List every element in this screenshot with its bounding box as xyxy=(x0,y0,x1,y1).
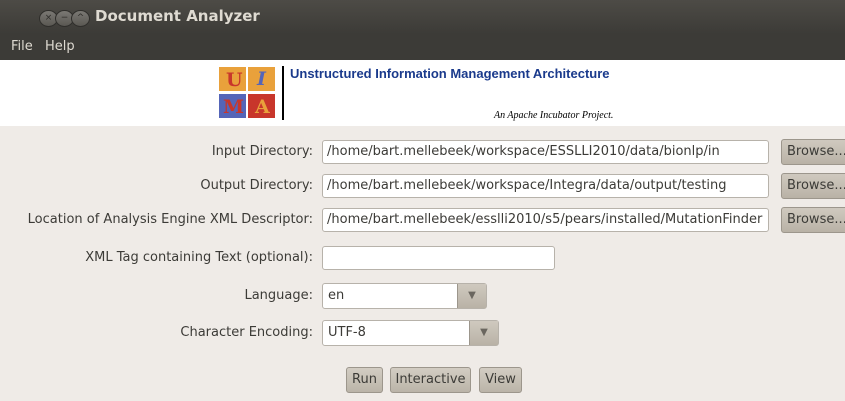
menu-file[interactable]: File xyxy=(11,39,33,54)
maximize-icon[interactable]: ^ xyxy=(71,10,90,27)
banner-subtitle: An Apache Incubator Project. xyxy=(494,110,614,121)
output-directory-label: Output Directory: xyxy=(200,178,313,193)
language-label: Language: xyxy=(244,288,313,303)
logo-letter-m: M xyxy=(223,96,245,118)
run-button[interactable]: Run xyxy=(346,367,383,393)
interactive-button[interactable]: Interactive xyxy=(390,367,471,393)
view-button[interactable]: View xyxy=(479,367,522,393)
xml-tag-field[interactable] xyxy=(322,246,555,270)
menu-help[interactable]: Help xyxy=(45,39,75,54)
input-directory-field[interactable]: /home/bart.mellebeek/workspace/ESSLLI201… xyxy=(322,140,769,164)
chevron-down-icon[interactable]: ▼ xyxy=(469,321,498,345)
window-title: Document Analyzer xyxy=(95,7,260,25)
input-directory-browse-button[interactable]: Browse... xyxy=(781,139,845,165)
encoding-select[interactable]: UTF-8 ▼ xyxy=(322,320,499,346)
logo-letter-a: A xyxy=(255,96,270,118)
logo-divider xyxy=(282,66,284,120)
menu-bar: File Help xyxy=(0,34,845,60)
logo-letter-u: U xyxy=(226,69,243,91)
descriptor-field[interactable]: /home/bart.mellebeek/esslli2010/s5/pears… xyxy=(322,208,769,232)
output-directory-browse-button[interactable]: Browse... xyxy=(781,173,845,199)
output-directory-field[interactable]: /home/bart.mellebeek/workspace/Integra/d… xyxy=(322,174,769,198)
logo-letter-i: I xyxy=(257,68,266,90)
input-directory-label: Input Directory: xyxy=(211,144,313,159)
chevron-down-icon[interactable]: ▼ xyxy=(457,284,486,308)
encoding-label: Character Encoding: xyxy=(180,325,313,340)
language-select[interactable]: en ▼ xyxy=(322,283,487,309)
xml-tag-label: XML Tag containing Text (optional): xyxy=(85,250,313,265)
language-value: en xyxy=(328,288,345,303)
banner-title: Unstructured Information Management Arch… xyxy=(290,66,610,81)
encoding-value: UTF-8 xyxy=(328,325,366,340)
descriptor-browse-button[interactable]: Browse... xyxy=(781,207,845,233)
title-bar: × − ^ Document Analyzer xyxy=(0,0,845,34)
descriptor-label: Location of Analysis Engine XML Descript… xyxy=(27,212,313,227)
uima-logo: U I M A xyxy=(219,67,277,119)
